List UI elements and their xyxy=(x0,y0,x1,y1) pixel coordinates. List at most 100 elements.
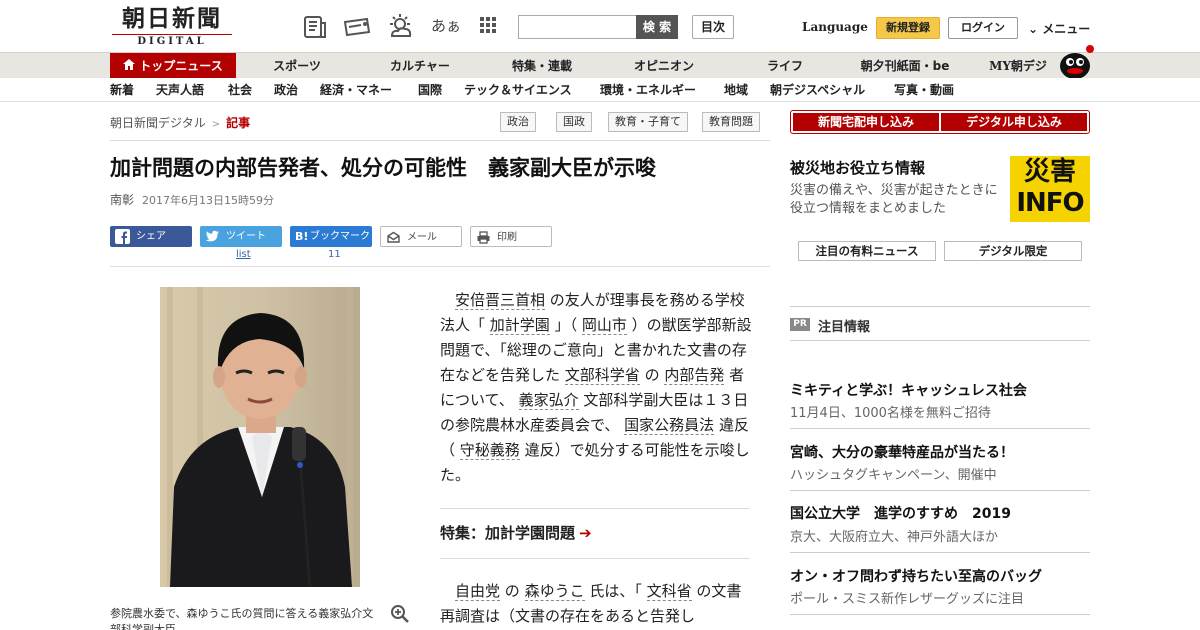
nav-item-my-asadigi[interactable]: MY朝デジ xyxy=(978,53,1058,79)
grid-icon[interactable] xyxy=(478,14,504,40)
digital-only-button[interactable]: デジタル限定 xyxy=(944,241,1082,261)
paragraph-text: の xyxy=(639,366,665,384)
nav2-item[interactable]: テック＆サイエンス xyxy=(464,78,572,102)
facebook-share-button[interactable]: シェア xyxy=(110,226,192,247)
hatena-icon: B! xyxy=(295,230,309,243)
divider xyxy=(790,552,1090,553)
search-button[interactable]: 検 索 xyxy=(636,15,678,39)
tag-link[interactable]: 政治 xyxy=(500,112,536,132)
nav-item-top-news[interactable]: トップニュース xyxy=(110,53,236,79)
keyword-link[interactable]: 文部科学省 xyxy=(564,366,640,385)
share-label: ブックマーク xyxy=(310,231,370,242)
mascot-icon[interactable] xyxy=(1056,44,1094,80)
keyword-link[interactable]: 内部告発 xyxy=(664,366,725,385)
breadcrumb-separator: > xyxy=(211,119,221,130)
share-label: ツイート xyxy=(226,231,266,242)
hatena-bookmark-button[interactable]: B! ブックマーク xyxy=(290,226,372,247)
paragraph-text: 氏は、「 xyxy=(584,582,647,600)
article-paragraph: 自由党 の 森ゆうこ 氏は、「 文科省 の文書再調査は（文書の存在をあると告発し xyxy=(440,579,752,630)
divider xyxy=(790,306,1090,307)
nav2-item[interactable]: 天声人語 xyxy=(156,78,204,102)
photo-caption: 参院農水委で、森ゆうこ氏の質問に答える義家弘介文部科学副大臣 xyxy=(110,607,374,630)
home-icon xyxy=(123,53,136,79)
nav2-item[interactable]: 政治 xyxy=(274,78,298,102)
tag-link[interactable]: 教育問題 xyxy=(702,112,760,132)
keyword-link[interactable]: 岡山市 xyxy=(581,316,627,335)
paid-news-button[interactable]: 注目の有料ニュース xyxy=(798,241,936,261)
subscription-promo: 新聞宅配申し込み デジタル申し込み xyxy=(790,110,1090,134)
nav2-item[interactable]: 新着 xyxy=(110,78,134,102)
disaster-info-logo[interactable]: 災害 INFO xyxy=(1010,156,1090,222)
ad-item-title[interactable]: ミキティと学ぶ！キャッシュレス社会 xyxy=(790,380,1027,400)
digital-signup-button[interactable]: デジタル申し込み xyxy=(941,113,1087,131)
keyword-link[interactable]: 国家公務員法 xyxy=(624,416,715,435)
divider xyxy=(790,490,1090,491)
ad-item-subtitle: ポール・スミス新作レザーグッズに注目 xyxy=(790,592,1025,607)
ad-item-title[interactable]: オン・オフ問わず持ちたい至高のバッグ xyxy=(790,566,1042,586)
nav-item-sports[interactable]: スポーツ xyxy=(252,53,342,79)
login-button[interactable]: ログイン xyxy=(948,17,1018,39)
ad-item-title[interactable]: 国公立大学 進学のすすめ 2019 xyxy=(790,503,1011,523)
nav2-item[interactable]: 社会 xyxy=(228,78,252,102)
newspaper-icon[interactable] xyxy=(302,14,328,40)
divider xyxy=(790,614,1090,615)
keyword-link[interactable]: 守秘義務 xyxy=(459,441,520,460)
menu-button[interactable]: ⌄ メニュー xyxy=(1028,20,1090,37)
nav2-item[interactable]: 国際 xyxy=(418,78,442,102)
nav2-item[interactable]: 写真・動画 xyxy=(894,78,954,102)
nav-item-life[interactable]: ライフ xyxy=(740,53,830,79)
language-link[interactable]: Language xyxy=(802,20,868,34)
disaster-logo-bottom: INFO xyxy=(1016,188,1084,218)
keyword-link[interactable]: 加計学園 xyxy=(489,316,550,335)
site-header: 朝日新聞 DIGITAL あぁ 検 索 目次 Language 新規登録 ログイ… xyxy=(0,0,1200,52)
site-logo[interactable]: 朝日新聞 DIGITAL xyxy=(112,6,232,48)
twitter-icon xyxy=(205,229,220,244)
keyword-link[interactable]: 義家弘介 xyxy=(518,391,579,410)
register-button[interactable]: 新規登録 xyxy=(876,17,940,39)
nav2-item[interactable]: 朝デジスペシャル xyxy=(770,78,865,102)
disaster-logo-top: 災害 xyxy=(1023,157,1076,187)
keyword-link[interactable]: 自由党 xyxy=(455,582,501,601)
contents-button[interactable]: 目次 xyxy=(692,15,734,39)
hatena-count[interactable]: 11 xyxy=(328,249,341,260)
facebook-icon xyxy=(115,229,130,244)
keyword-link[interactable]: 森ゆうこ xyxy=(524,582,585,601)
mail-share-button[interactable]: メール xyxy=(380,226,462,247)
article-photo[interactable] xyxy=(160,287,360,587)
feature-label: 特集：加計学園問題 xyxy=(440,524,576,542)
paragraph-text: 」（ xyxy=(549,316,582,334)
search-input[interactable] xyxy=(518,15,636,39)
twitter-list-link[interactable]: list xyxy=(236,249,251,260)
nav-item-features[interactable]: 特集・連載 xyxy=(492,53,592,79)
nav2-item[interactable]: 環境・エネルギー xyxy=(600,78,696,102)
print-button[interactable]: 印刷 xyxy=(470,226,552,247)
paragraph-text: の xyxy=(500,582,525,600)
byline: 南彰 2017年6月13日15時59分 xyxy=(110,191,274,208)
ticket-icon[interactable] xyxy=(343,14,371,40)
breadcrumb: 朝日新聞デジタル > 記事 xyxy=(110,114,250,131)
share-label: シェア xyxy=(136,231,166,242)
logo-main-text: 朝日新聞 xyxy=(122,5,222,32)
tag-link[interactable]: 国政 xyxy=(556,112,592,132)
zoom-icon[interactable] xyxy=(390,604,410,624)
nav-item-paper[interactable]: 朝夕刊紙面・be xyxy=(850,53,960,79)
pr-section-title: 注目情報 xyxy=(818,320,871,335)
delivery-signup-button[interactable]: 新聞宅配申し込み xyxy=(793,113,939,131)
tag-link[interactable]: 教育・子育て xyxy=(608,112,688,132)
twitter-share-button[interactable]: ツイート xyxy=(200,226,282,247)
keyword-link[interactable]: 文科省 xyxy=(646,582,692,601)
nav2-item[interactable]: 地域 xyxy=(724,78,748,102)
disaster-info-title[interactable]: 被災地お役立ち情報 xyxy=(790,157,925,178)
divider xyxy=(110,266,770,267)
nav-item-opinion[interactable]: オピニオン xyxy=(614,53,714,79)
ad-item-title[interactable]: 宮崎、大分の豪華特産品が当たる！ xyxy=(790,442,1014,462)
pr-badge: PR xyxy=(790,318,810,331)
menu-label: メニュー xyxy=(1042,22,1091,36)
nav-item-culture[interactable]: カルチャー xyxy=(370,53,470,79)
font-size-icon[interactable]: あぁ xyxy=(431,14,465,40)
feature-link[interactable]: 特集：加計学園問題 ➔ xyxy=(440,522,592,543)
nav2-item[interactable]: 経済・マネー xyxy=(320,78,392,102)
keyword-link[interactable]: 安倍晋三首相 xyxy=(455,291,546,310)
weather-icon[interactable] xyxy=(386,14,412,40)
breadcrumb-home[interactable]: 朝日新聞デジタル xyxy=(110,116,206,130)
